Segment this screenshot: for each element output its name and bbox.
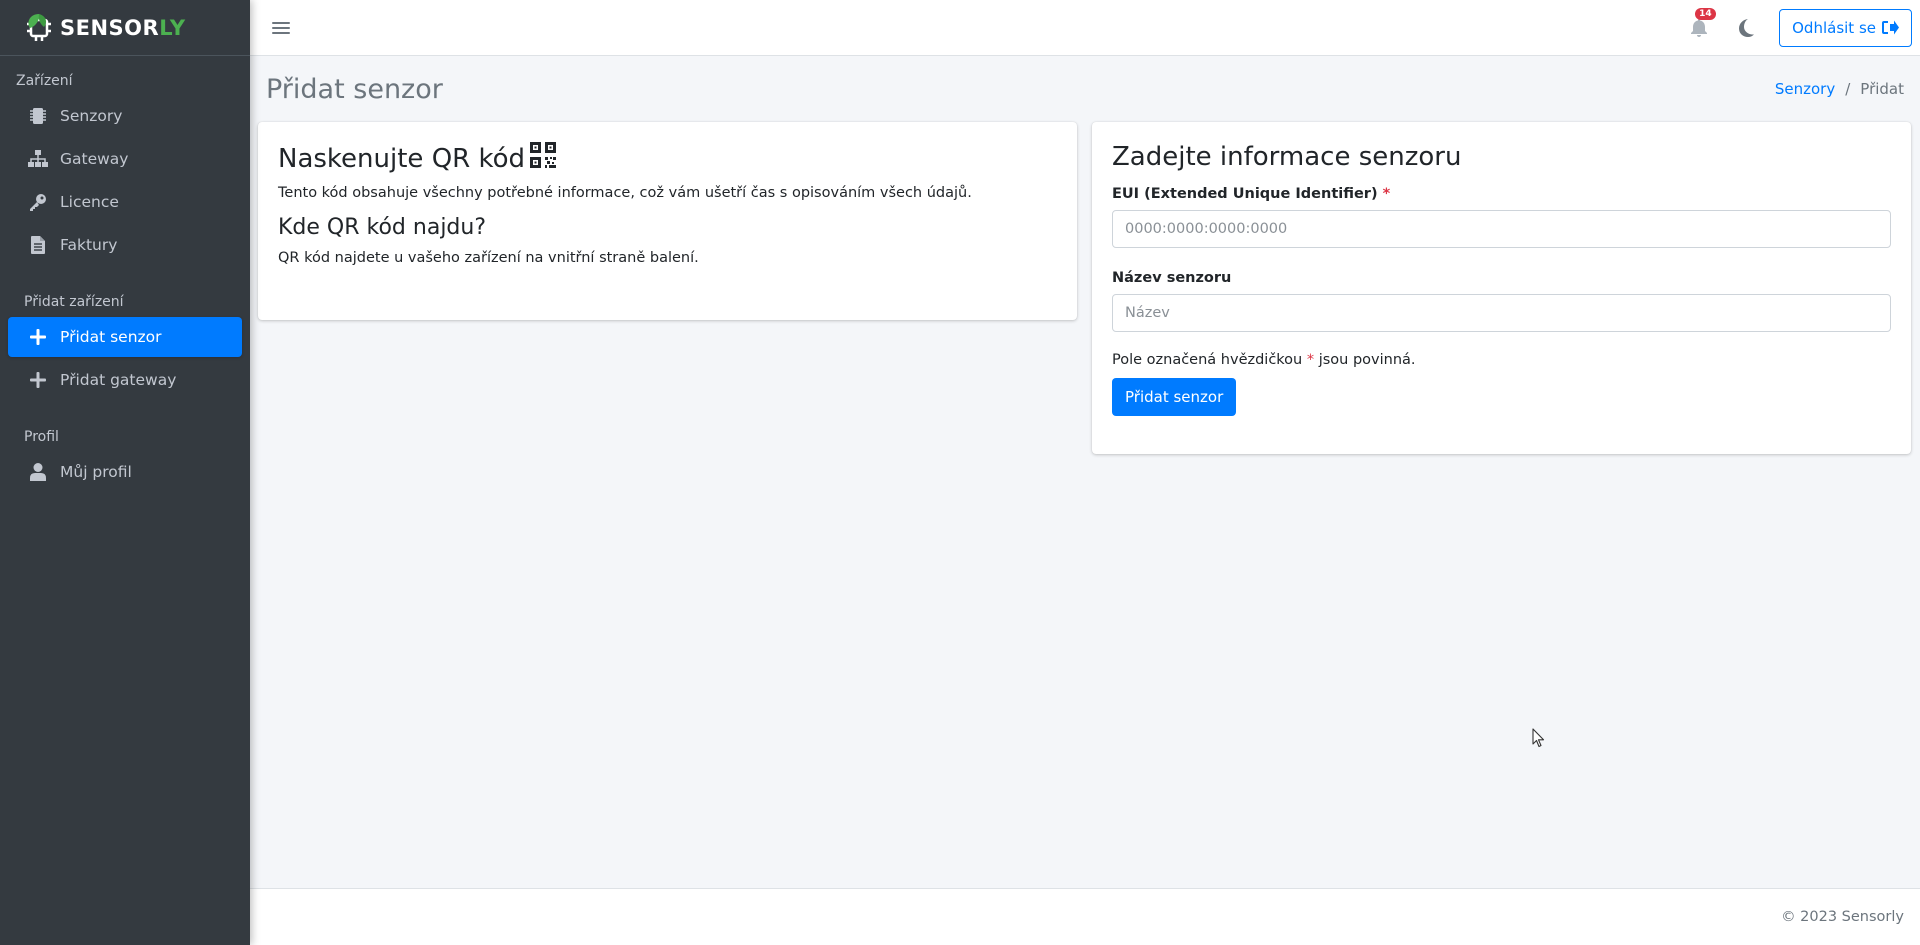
- sign-out-icon: [1882, 20, 1899, 35]
- qr-card-title-text: Naskenujte QR kód: [278, 143, 526, 174]
- menu-toggle-icon[interactable]: [272, 20, 290, 36]
- breadcrumb: Senzory / Přidat: [1775, 80, 1904, 98]
- hint-before: Pole označená hvězdičkou: [1112, 352, 1303, 368]
- notifications-button[interactable]: 14: [1687, 7, 1716, 40]
- sidebar-item-label: Můj profil: [60, 463, 132, 481]
- sidebar-item-label: Přidat gateway: [60, 371, 177, 389]
- required-mark: *: [1382, 186, 1391, 202]
- copyright: © 2023 Sensorly: [1781, 909, 1904, 925]
- hint-after: jsou povinná.: [1318, 352, 1416, 368]
- sidebar-item-gateway[interactable]: Gateway: [8, 139, 242, 179]
- brand-name: SENSORLY: [60, 16, 186, 40]
- sensor-name-label: Název senzoru: [1112, 270, 1232, 286]
- required-fields-hint: Pole označená hvězdičkou * jsou povinná.: [1112, 352, 1891, 368]
- content-header: Přidat senzor Senzory / Přidat: [250, 56, 1920, 122]
- plus-icon: [28, 327, 48, 347]
- dark-mode-toggle[interactable]: [1737, 17, 1759, 39]
- form-card-title: Zadejte informace senzoru: [1112, 142, 1462, 172]
- sidebar-item-senzory[interactable]: Senzory: [8, 96, 242, 136]
- brand[interactable]: SENSORLY: [0, 0, 250, 56]
- mouse-cursor-icon: [1532, 728, 1546, 752]
- logout-button[interactable]: Odhlásit se: [1779, 8, 1912, 47]
- page-title: Přidat senzor: [266, 73, 443, 105]
- sensorly-logo-icon: [22, 10, 58, 46]
- sidebar-item-muj-profil[interactable]: Můj profil: [8, 452, 242, 492]
- sidebar-item-faktury[interactable]: Faktury: [8, 225, 242, 265]
- notifications-badge: 14: [1695, 7, 1716, 20]
- sidebar-item-pridat-senzor[interactable]: Přidat senzor: [8, 317, 242, 357]
- network-icon: [28, 149, 48, 169]
- qr-card-subtitle: Kde QR kód najdu?: [278, 215, 487, 240]
- sidebar-item-label: Licence: [60, 193, 119, 211]
- sidebar-item-label: Přidat senzor: [60, 328, 162, 346]
- qr-card-description: Tento kód obsahuje všechny potřebné info…: [278, 185, 972, 201]
- logout-label: Odhlásit se: [1792, 18, 1876, 37]
- sidebar-item-label: Faktury: [60, 236, 118, 254]
- qr-card: Naskenujte QR kód Tento kód obsahuje vše…: [258, 122, 1077, 320]
- bell-icon: [1691, 18, 1708, 37]
- add-sensor-button[interactable]: Přidat senzor: [1112, 378, 1237, 416]
- eui-label-text: EUI (Extended Unique Identifier): [1112, 186, 1378, 202]
- qr-card-subtext: QR kód najdete u vašeho zařízení na vnit…: [278, 250, 699, 266]
- topbar-right: 14 Odhlásit se: [1687, 7, 1912, 47]
- eui-label: EUI (Extended Unique Identifier) *: [1112, 186, 1891, 202]
- user-icon: [28, 462, 48, 482]
- invoice-icon: [28, 235, 48, 255]
- sensor-name-input[interactable]: [1112, 294, 1891, 332]
- qrcode-icon: [530, 142, 557, 175]
- sidebar-item-pridat-gateway[interactable]: Přidat gateway: [8, 360, 242, 400]
- nav-header-pridat-zarizeni: Přidat zařízení: [24, 294, 124, 310]
- moon-icon: [1739, 18, 1755, 37]
- qr-card-title: Naskenujte QR kód: [278, 142, 1057, 175]
- plus-icon: [28, 370, 48, 390]
- chip-icon: [28, 106, 48, 126]
- breadcrumb-current: Přidat: [1860, 80, 1904, 98]
- breadcrumb-link-senzory[interactable]: Senzory: [1775, 80, 1835, 98]
- key-icon: [28, 192, 48, 212]
- nav-header-profil: Profil: [24, 429, 59, 445]
- brand-name-main: SENSOR: [60, 15, 160, 40]
- breadcrumb-separator: /: [1845, 80, 1851, 98]
- cards-row: Naskenujte QR kód Tento kód obsahuje vše…: [250, 122, 1920, 454]
- topbar: 14 Odhlásit se: [250, 0, 1920, 56]
- main-content: Přidat senzor Senzory / Přidat Naskenujt…: [250, 56, 1920, 888]
- footer: © 2023 Sensorly: [250, 888, 1920, 945]
- eui-input[interactable]: [1112, 210, 1891, 248]
- sidebar: SENSORLY Zařízení Senzory Gateway Licenc…: [0, 0, 250, 945]
- nav-header-zarizeni: Zařízení: [16, 73, 73, 89]
- sensor-form-card: Zadejte informace senzoru EUI (Extended …: [1092, 122, 1911, 454]
- sidebar-item-label: Senzory: [60, 107, 123, 125]
- hint-mark: *: [1306, 352, 1315, 368]
- sidebar-item-label: Gateway: [60, 150, 129, 168]
- sidebar-item-licence[interactable]: Licence: [8, 182, 242, 222]
- brand-name-accent: LY: [159, 15, 186, 40]
